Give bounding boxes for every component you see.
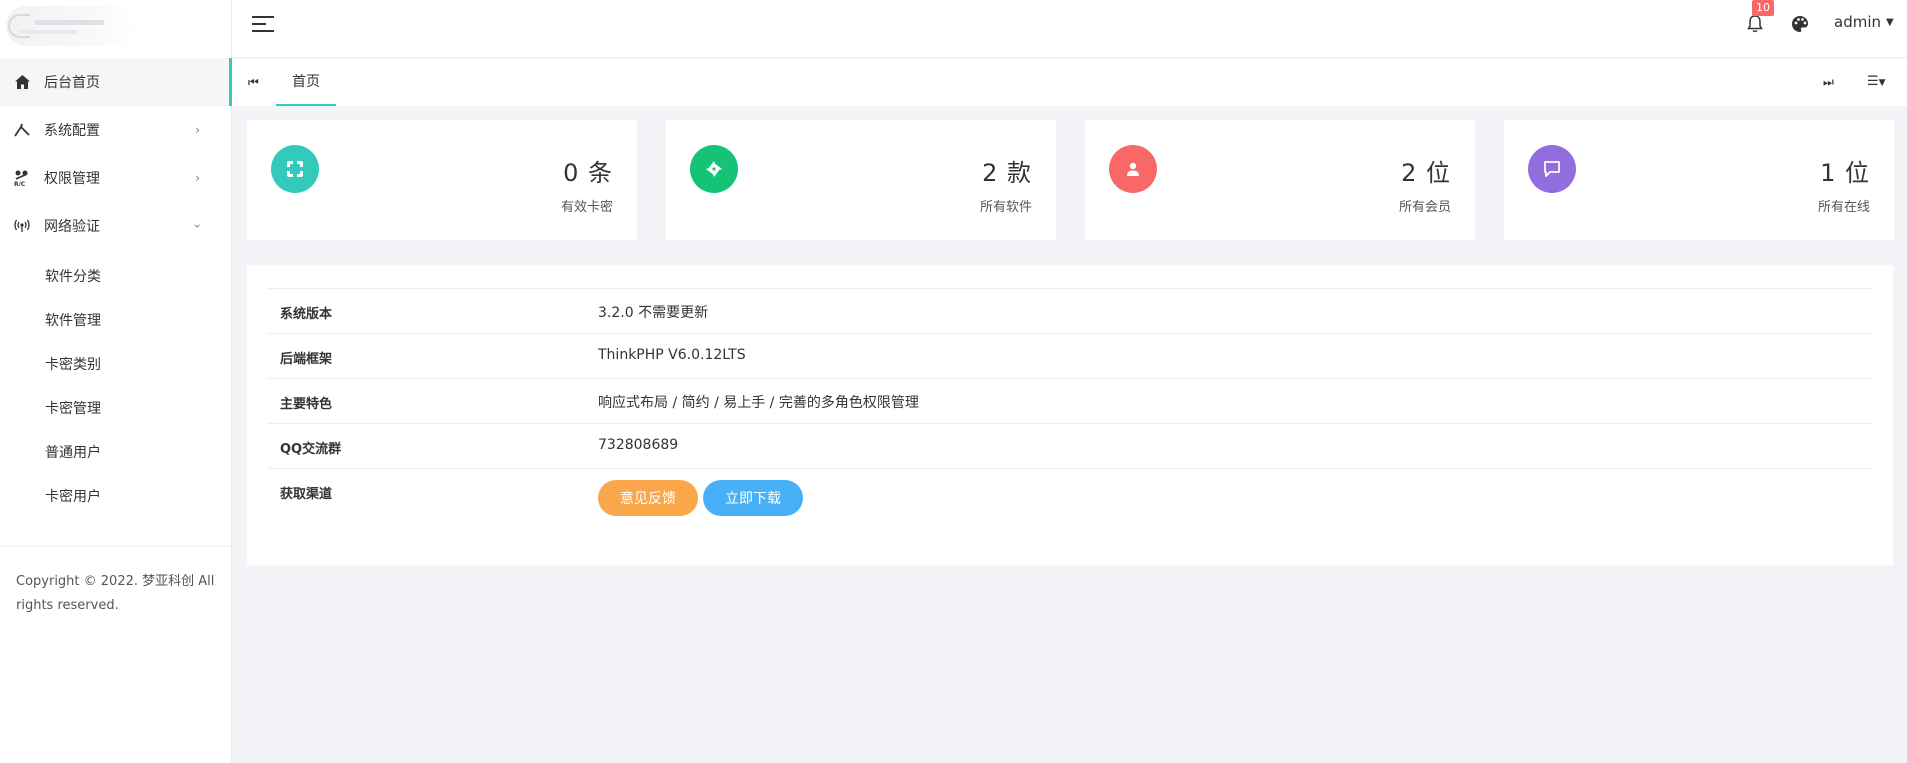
stat-card-valid-cards: 0 条 有效卡密 — [247, 120, 637, 240]
table-row: QQ交流群 732808689 — [267, 423, 1873, 468]
sidebar-item-label: 网络验证 — [44, 219, 100, 235]
system-info-panel: 系统版本 3.2.0 不需要更新 后端框架 ThinkPHP V6.0.12LT… — [247, 265, 1893, 565]
home-icon — [14, 74, 30, 90]
stat-card-members: 2 位 所有会员 — [1085, 120, 1475, 240]
table-row: 后端框架 ThinkPHP V6.0.12LTS — [267, 333, 1873, 378]
tab-bar: ⏮ 首页 ⏭ ☰▼ — [232, 59, 1907, 106]
network-icon — [14, 218, 30, 234]
rbac-icon: R/C — [14, 170, 30, 186]
chevron-right-icon: › — [195, 171, 200, 185]
svg-text:R/C: R/C — [14, 181, 26, 186]
settings-icon — [14, 122, 30, 138]
info-key: 获取渠道 — [280, 487, 333, 502]
table-row: 主要特色 响应式布局 / 简约 / 易上手 / 完善的多角色权限管理 — [267, 378, 1873, 423]
feedback-button[interactable]: 意见反馈 — [598, 480, 698, 516]
logo-text — [34, 20, 104, 25]
stat-value: 2 款 — [982, 159, 1032, 187]
palette-icon[interactable] — [1788, 12, 1812, 36]
sidebar-subitem-normal-users[interactable]: 普通用户 — [0, 430, 232, 474]
info-value: 3.2.0 不需要更新 — [598, 305, 709, 321]
stat-card-online: 1 位 所有在线 — [1504, 120, 1894, 240]
sidebar-subitem-software-manage[interactable]: 软件管理 — [0, 298, 232, 342]
stat-label: 所有软件 — [979, 200, 1032, 215]
stat-label: 所有在线 — [1817, 200, 1870, 215]
tab-home[interactable]: 首页 — [276, 59, 336, 106]
table-row: 获取渠道 意见反馈 立即下载 — [267, 468, 1873, 526]
stat-value: 0 条 — [563, 159, 613, 187]
info-value: 732808689 — [598, 437, 679, 453]
member-icon — [1109, 145, 1157, 193]
tab-scroll-right-icon[interactable]: ⏭ — [1823, 75, 1834, 90]
software-icon — [690, 145, 738, 193]
sidebar-item-label: 后台首页 — [44, 75, 100, 91]
notification-badge: 10 — [1752, 0, 1774, 16]
sidebar-item-permissions[interactable]: R/C 权限管理 › — [0, 154, 232, 202]
info-key: 系统版本 — [280, 307, 333, 322]
info-key: 主要特色 — [280, 397, 333, 412]
info-value: ThinkPHP V6.0.12LTS — [598, 347, 746, 363]
top-header: 10 admin ▼ — [232, 0, 1907, 58]
sidebar-subitem-card-users[interactable]: 卡密用户 — [0, 474, 232, 518]
caret-down-icon: ▼ — [1886, 17, 1894, 28]
sidebar-item-label: 权限管理 — [44, 171, 100, 187]
sidebar-subitem-card-manage[interactable]: 卡密管理 — [0, 386, 232, 430]
sidebar-subitem-software-category[interactable]: 软件分类 — [0, 254, 232, 298]
info-key: 后端框架 — [280, 352, 333, 367]
stat-label: 所有会员 — [1398, 200, 1451, 215]
stat-value: 1 位 — [1820, 159, 1870, 187]
chat-icon — [1528, 145, 1576, 193]
sidebar-submenu-network-auth: 软件分类 软件管理 卡密类别 卡密管理 普通用户 卡密用户 — [0, 250, 232, 518]
stat-card-software: 2 款 所有软件 — [666, 120, 1056, 240]
logo[interactable] — [6, 6, 138, 46]
logo-mark — [8, 14, 30, 38]
sidebar-nav: 后台首页 系统配置 › R/C 权限管理 › 网络验证 › 软件分类 软件管理 … — [0, 58, 232, 518]
copyright-text: Copyright © 2022. 梦亚科创 All rights reserv… — [16, 574, 215, 613]
card-icon — [271, 145, 319, 193]
sidebar-item-label: 系统配置 — [44, 123, 100, 139]
info-value: 响应式布局 / 简约 / 易上手 / 完善的多角色权限管理 — [598, 395, 919, 411]
stat-value: 2 位 — [1401, 159, 1451, 187]
download-button[interactable]: 立即下载 — [703, 480, 803, 516]
logo-subtext — [18, 30, 78, 34]
chevron-down-icon: › — [190, 223, 205, 229]
chevron-right-icon: › — [195, 123, 200, 137]
sidebar-item-dashboard[interactable]: 后台首页 — [0, 58, 232, 106]
info-key: QQ交流群 — [280, 442, 342, 457]
tab-scroll-left-icon[interactable]: ⏮ — [248, 75, 259, 90]
system-info-table: 系统版本 3.2.0 不需要更新 后端框架 ThinkPHP V6.0.12LT… — [267, 288, 1873, 526]
sidebar: 后台首页 系统配置 › R/C 权限管理 › 网络验证 › 软件分类 软件管理 … — [0, 0, 232, 763]
tab-options-icon[interactable]: ☰▼ — [1867, 74, 1886, 89]
user-name: admin — [1834, 13, 1881, 31]
sidebar-subitem-card-category[interactable]: 卡密类别 — [0, 342, 232, 386]
stat-label: 有效卡密 — [560, 200, 613, 215]
sidebar-divider — [0, 546, 231, 547]
menu-toggle-icon[interactable] — [252, 16, 274, 32]
sidebar-item-network-auth[interactable]: 网络验证 › — [0, 202, 232, 250]
table-row: 系统版本 3.2.0 不需要更新 — [267, 288, 1873, 333]
user-menu[interactable]: admin ▼ — [1834, 13, 1894, 31]
sidebar-item-system-config[interactable]: 系统配置 › — [0, 106, 232, 154]
